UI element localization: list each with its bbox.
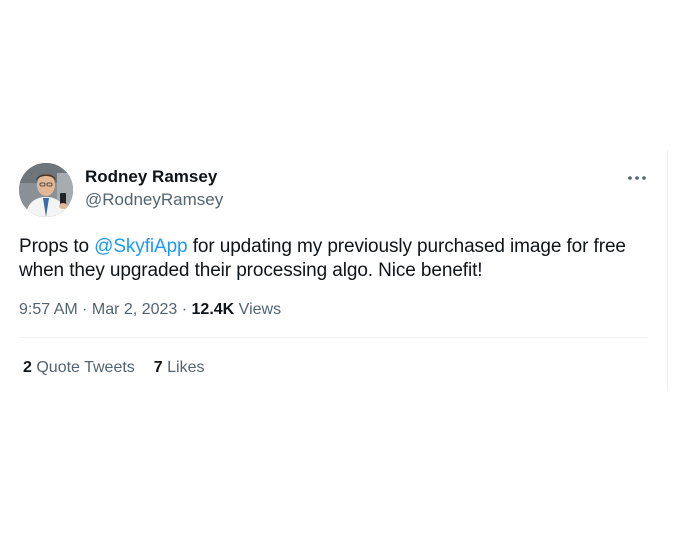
likes-link[interactable]: 7 Likes <box>154 358 205 378</box>
views-count: 12.4K <box>191 301 235 318</box>
mention-link[interactable]: @SkyfiApp <box>94 236 187 257</box>
quote-tweets-link[interactable]: 2 Quote Tweets <box>23 358 135 378</box>
author-display-name[interactable]: Rodney Ramsey <box>85 166 223 188</box>
stats-divider <box>19 337 649 338</box>
avatar-photo-icon <box>19 163 73 217</box>
tweet-time[interactable]: 9:57 AM <box>19 301 78 318</box>
tweet-header: Rodney Ramsey @RodneyRamsey <box>19 161 653 219</box>
views-label: Views <box>234 301 282 318</box>
author-block[interactable]: Rodney Ramsey @RodneyRamsey <box>85 166 223 211</box>
quote-tweets-count: 2 <box>23 359 32 376</box>
quote-tweets-label: Quote Tweets <box>31 359 135 376</box>
likes-count: 7 <box>153 359 163 376</box>
tweet-date[interactable]: Mar 2, 2023 <box>92 301 177 318</box>
more-options-icon[interactable] <box>627 169 647 187</box>
meta-separator: · <box>77 301 92 318</box>
author-handle[interactable]: @RodneyRamsey <box>85 189 223 211</box>
tweet-text-before-mention: Props to <box>19 236 95 257</box>
meta-separator: · <box>177 301 192 318</box>
tweet-meta: 9:57 AM · Mar 2, 2023 · 12.4K Views <box>19 300 653 320</box>
page-edge-divider <box>667 150 668 390</box>
avatar[interactable] <box>19 163 73 217</box>
tweet-stats: 2 Quote Tweets 7 Likes <box>23 358 653 378</box>
tweet-text: Props to @SkyfiApp for updating my previ… <box>19 235 653 283</box>
tweet-card[interactable]: Rodney Ramsey @RodneyRamsey Props to @Sk… <box>19 161 653 378</box>
tweet-page: Rodney Ramsey @RodneyRamsey Props to @Sk… <box>0 0 678 542</box>
likes-label: Likes <box>162 359 205 376</box>
